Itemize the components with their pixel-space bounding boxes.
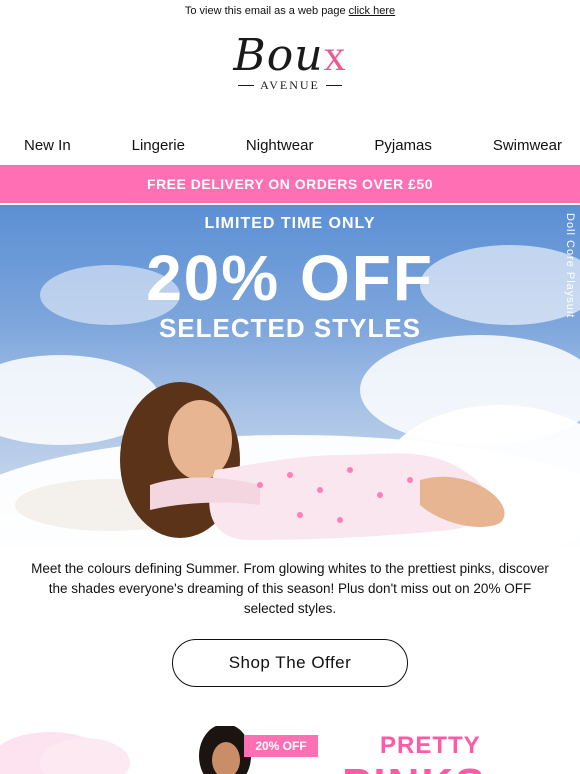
logo-brand-x: x bbox=[323, 31, 347, 80]
webview-notice: To view this email as a web page click h… bbox=[0, 0, 580, 22]
nav-item-new-in[interactable]: New In bbox=[24, 137, 71, 154]
intro-paragraph: Meet the colours defining Summer. From g… bbox=[31, 561, 549, 616]
teaser-discount-badge: 20% OFF bbox=[244, 735, 318, 757]
nav-item-pyjamas[interactable]: Pyjamas bbox=[374, 137, 432, 154]
pretty-pinks-teaser[interactable]: 20% OFF PRETTY PINKS bbox=[0, 706, 580, 774]
hero-limited-time: LIMITED TIME ONLY bbox=[204, 215, 376, 232]
nav-item-lingerie[interactable]: Lingerie bbox=[132, 137, 185, 154]
hero-product-caption: Doll Core Playsuit bbox=[564, 213, 576, 319]
brand-logo[interactable]: Boux AVENUE bbox=[222, 30, 358, 112]
free-delivery-text: FREE DELIVERY ON ORDERS OVER £50 bbox=[147, 176, 433, 192]
main-nav: New In Lingerie Nightwear Pyjamas Swimwe… bbox=[0, 130, 580, 160]
webview-text: To view this email as a web page bbox=[184, 5, 346, 17]
logo-brand-main: Bou bbox=[233, 30, 324, 81]
hero-banner[interactable]: LIMITED TIME ONLY 20% OFF SELECTED STYLE… bbox=[0, 205, 580, 547]
hero-discount: 20% OFF bbox=[146, 242, 434, 314]
teaser-heading-pretty: PRETTY bbox=[380, 732, 481, 759]
shop-the-offer-button[interactable]: Shop The Offer bbox=[172, 639, 408, 687]
nav-item-nightwear[interactable]: Nightwear bbox=[246, 137, 314, 154]
free-delivery-banner[interactable]: FREE DELIVERY ON ORDERS OVER £50 bbox=[0, 165, 580, 203]
teaser-heading-pinks: PINKS bbox=[342, 760, 486, 774]
hero-selected-styles: SELECTED STYLES bbox=[158, 313, 422, 343]
webview-link[interactable]: click here bbox=[349, 5, 395, 17]
nav-item-swimwear[interactable]: Swimwear bbox=[493, 137, 562, 154]
